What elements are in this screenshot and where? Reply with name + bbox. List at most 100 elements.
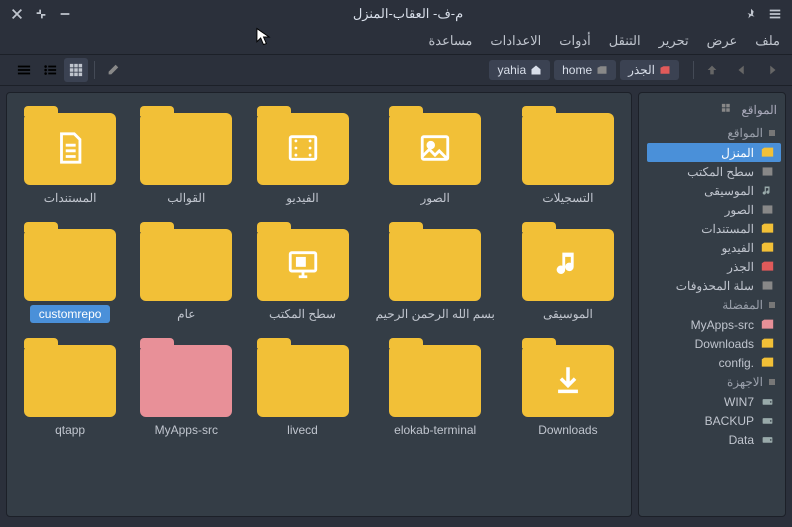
sidebar-item[interactable]: الجذر [647, 257, 781, 276]
folder-icon [257, 229, 349, 301]
folder-item[interactable]: elokab-terminal [364, 333, 507, 443]
folder-label: الفيديو [263, 189, 343, 207]
folder-item[interactable]: Downloads [513, 333, 623, 443]
sidebar-item[interactable]: المنزل [647, 143, 781, 162]
folder-item[interactable]: MyApps-src [131, 333, 241, 443]
sidebar-item-label: BACKUP [705, 414, 754, 428]
folder-item[interactable]: التسجيلات [513, 101, 623, 211]
menubar: مساعدة الاعدادات أدوات التنقل تحرير عرض … [0, 28, 792, 54]
folder-pink-icon [760, 317, 775, 332]
sidebar-section-header: الاجهزة [647, 372, 781, 392]
sidebar-item[interactable]: MyApps-src [647, 315, 781, 334]
crumb-root[interactable]: الجذر [620, 60, 679, 80]
sidebar-item-label: MyApps-src [691, 318, 754, 332]
menu-navigate[interactable]: التنقل [609, 33, 641, 49]
file-grid: المستندات القوالب الفيديو الصور التسجيلات cus… [6, 92, 632, 517]
sidebar-item[interactable]: config. [647, 353, 781, 372]
sidebar-grid-icon[interactable] [721, 103, 735, 117]
sidebar-item[interactable]: الصور [647, 200, 781, 219]
sidebar-item-label: الموسيقى [704, 184, 754, 198]
breadcrumb: yahia home الجذر [489, 60, 679, 80]
window-title: م-ف- العقاب-المنزل [72, 6, 744, 22]
folder-icon [389, 113, 481, 185]
drive-icon [760, 413, 775, 428]
dim-icon [760, 202, 775, 217]
folder-item[interactable]: سطح المكتب [247, 217, 357, 327]
menu-view[interactable]: عرض [707, 33, 738, 49]
sidebar-item-label: config. [719, 356, 754, 370]
maximize-icon[interactable] [34, 7, 48, 21]
folder-label: elokab-terminal [386, 421, 484, 439]
folder-item[interactable]: القوالب [131, 101, 241, 211]
sidebar-item-label: Data [729, 433, 754, 447]
close-icon[interactable] [10, 7, 24, 21]
folder-icon [760, 336, 775, 351]
edit-icon[interactable] [101, 58, 125, 82]
sidebar-item-label: المستندات [701, 222, 754, 236]
folder-red-icon [760, 259, 775, 274]
folder-item[interactable]: عام [131, 217, 241, 327]
folder-icon [760, 240, 775, 255]
nav-forward-icon[interactable] [760, 58, 784, 82]
folder-label: customrepo [30, 305, 110, 323]
folder-icon [760, 221, 775, 236]
sidebar-item[interactable]: المستندات [647, 219, 781, 238]
menu-settings[interactable]: الاعدادات [490, 33, 541, 49]
crumb-home[interactable]: home [554, 60, 616, 80]
sidebar-item[interactable]: الموسيقى [647, 181, 781, 200]
folder-item[interactable]: الفيديو [247, 101, 357, 211]
menu-icon[interactable] [768, 7, 782, 21]
folder-icon [140, 345, 232, 417]
folder-label: المستندات [30, 189, 110, 207]
folder-icon [522, 229, 614, 301]
sidebar-item-label: WIN7 [724, 395, 754, 409]
folder-item[interactable]: qtapp [15, 333, 125, 443]
folder-label: القوالب [146, 189, 226, 207]
sidebar-section-header: المواقع [647, 123, 781, 143]
folder-icon [257, 113, 349, 185]
view-list-icon[interactable] [38, 58, 62, 82]
dim-icon [760, 278, 775, 293]
folder-item[interactable]: الموسيقى [513, 217, 623, 327]
nav-back-icon[interactable] [730, 58, 754, 82]
folder-icon [24, 229, 116, 301]
sidebar-item-label: الجذر [727, 260, 754, 274]
folder-item[interactable]: customrepo [15, 217, 125, 327]
folder-label: عام [146, 305, 226, 323]
nav-up-icon[interactable] [700, 58, 724, 82]
menu-help[interactable]: مساعدة [428, 33, 472, 49]
minimize-icon[interactable] [58, 7, 72, 21]
folder-item[interactable]: الصور [364, 101, 507, 211]
dim-icon [760, 164, 775, 179]
sidebar-item-label: سطح المكتب [687, 165, 754, 179]
folder-label: التسجيلات [528, 189, 608, 207]
folder-item[interactable]: المستندات [15, 101, 125, 211]
folder-icon [140, 229, 232, 301]
folder-label: livecd [263, 421, 343, 439]
sidebar-item-label: سلة المحذوفات [676, 279, 754, 293]
crumb-yahia[interactable]: yahia [489, 60, 550, 80]
folder-item[interactable]: بسم الله الرحمن الرحيم [364, 217, 507, 327]
sidebar-title: المواقع [741, 103, 777, 117]
menu-edit[interactable]: تحرير [659, 33, 689, 49]
folder-label: بسم الله الرحمن الرحيم [368, 305, 503, 323]
sidebar-item[interactable]: WIN7 [647, 392, 781, 411]
sidebar-item[interactable]: Data [647, 430, 781, 449]
folder-label: Downloads [528, 421, 608, 439]
sidebar: المواقع المواقعالمنزلسطح المكتبالموسيقىا… [638, 92, 786, 517]
sidebar-item[interactable]: سلة المحذوفات [647, 276, 781, 295]
view-detail-icon[interactable] [12, 58, 36, 82]
sidebar-item[interactable]: BACKUP [647, 411, 781, 430]
pin-icon[interactable] [744, 7, 758, 21]
folder-icon [24, 345, 116, 417]
sidebar-item[interactable]: Downloads [647, 334, 781, 353]
menu-file[interactable]: ملف [755, 33, 780, 49]
sidebar-item[interactable]: سطح المكتب [647, 162, 781, 181]
folder-item[interactable]: livecd [247, 333, 357, 443]
folder-label: الصور [395, 189, 475, 207]
folder-icon [389, 345, 481, 417]
sidebar-item[interactable]: الفيديو [647, 238, 781, 257]
sidebar-item-label: Downloads [695, 337, 754, 351]
menu-tools[interactable]: أدوات [559, 33, 591, 49]
view-grid-icon[interactable] [64, 58, 88, 82]
